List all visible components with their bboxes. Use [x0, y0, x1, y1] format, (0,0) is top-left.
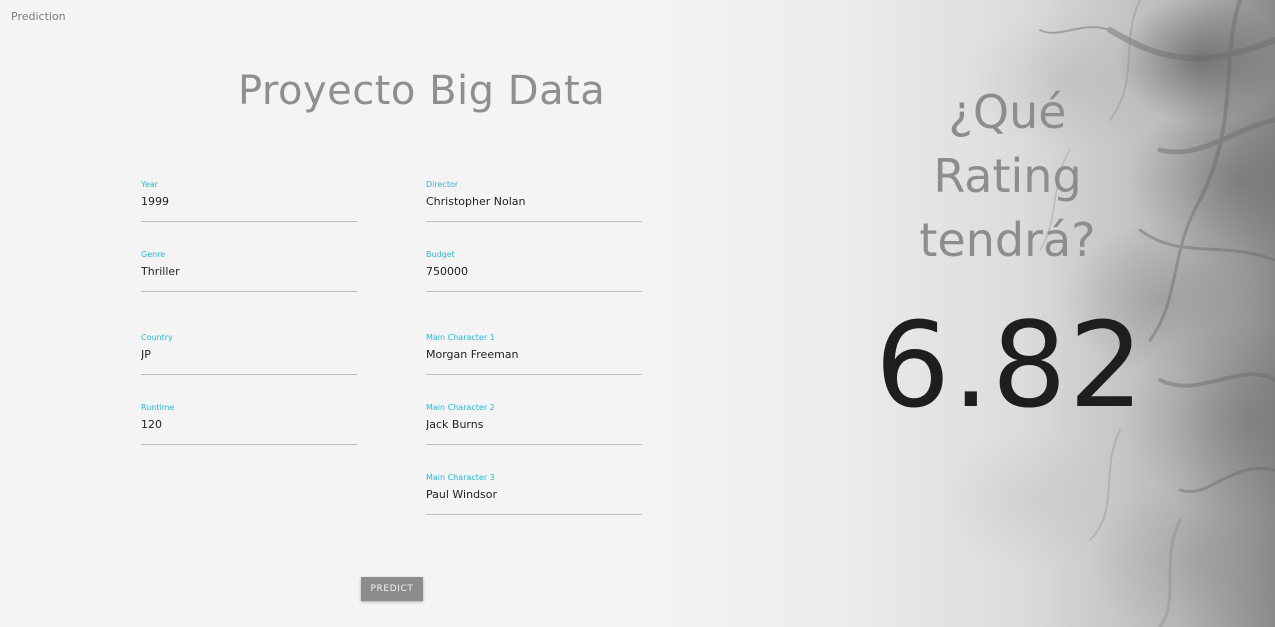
main-character-2-input[interactable]: [426, 415, 642, 433]
main-character-1-label: Main Character 1: [426, 333, 495, 342]
runtime-field: Runtime: [141, 403, 357, 445]
question-line-3: tendrá?: [919, 213, 1096, 267]
year-field: Year: [141, 180, 357, 222]
page-title: Proyecto Big Data: [238, 68, 606, 114]
main-character-1-input[interactable]: [426, 345, 642, 363]
budget-input[interactable]: [426, 262, 642, 280]
main-character-3-label: Main Character 3: [426, 473, 495, 482]
main-character-2-field: Main Character 2: [426, 403, 642, 445]
app-root: Prediction Proyecto Big Data Year Genre …: [0, 0, 1275, 627]
app-title: Prediction: [11, 10, 66, 23]
director-field: Director: [426, 180, 642, 222]
budget-field: Budget: [426, 250, 642, 292]
rating-question: ¿Qué Rating tendrá?: [880, 80, 1135, 272]
country-input[interactable]: [141, 345, 357, 363]
predicted-rating-value: 6.82: [875, 296, 1146, 434]
director-label: Director: [426, 180, 459, 189]
year-input[interactable]: [141, 192, 357, 210]
budget-label: Budget: [426, 250, 455, 259]
runtime-input[interactable]: [141, 415, 357, 433]
country-field: Country: [141, 333, 357, 375]
genre-field: Genre: [141, 250, 357, 292]
runtime-label: Runtime: [141, 403, 175, 412]
predict-button[interactable]: PREDICT: [361, 577, 423, 601]
genre-label: Genre: [141, 250, 166, 259]
main-character-3-input[interactable]: [426, 485, 642, 503]
question-line-1: ¿Qué: [948, 85, 1067, 139]
country-label: Country: [141, 333, 173, 342]
main-character-1-field: Main Character 1: [426, 333, 642, 375]
genre-input[interactable]: [141, 262, 357, 280]
main-character-2-label: Main Character 2: [426, 403, 495, 412]
director-input[interactable]: [426, 192, 642, 210]
year-label: Year: [141, 180, 158, 189]
main-character-3-field: Main Character 3: [426, 473, 642, 515]
question-line-2: Rating: [933, 149, 1082, 203]
